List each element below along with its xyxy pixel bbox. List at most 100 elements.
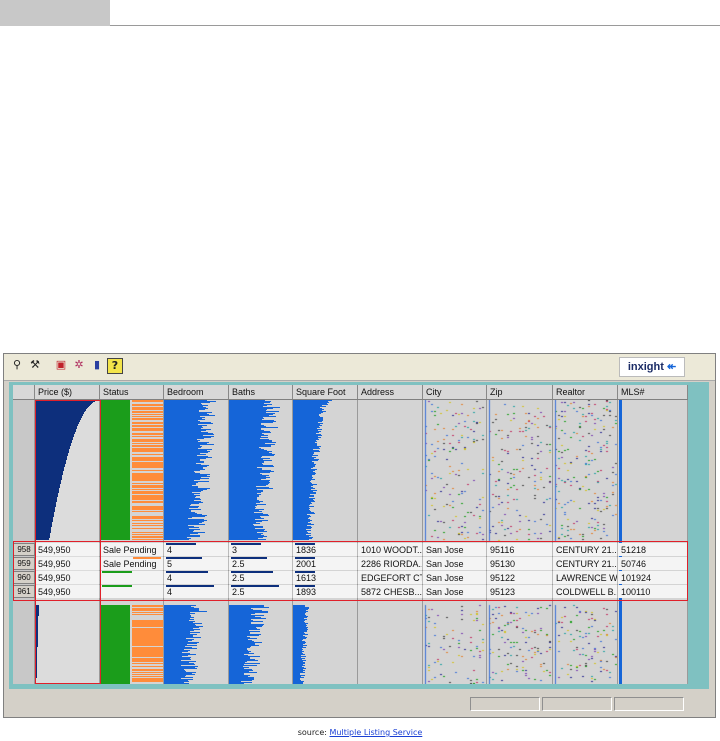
cell-baths[interactable]: 2.5 — [229, 585, 293, 598]
cell-realtor[interactable]: CENTURY 21... — [553, 543, 618, 556]
book-icon[interactable]: ▮ — [90, 358, 104, 372]
cell-zip[interactable]: 95122 — [487, 571, 553, 584]
pin-icon[interactable]: ⚲ — [10, 358, 24, 372]
bedroom-column[interactable] — [164, 400, 229, 684]
table-row[interactable]: 549,950 Sale Pending 5 2.5 2001 2286 RIORDA..… — [35, 557, 688, 570]
cell-status[interactable]: Sale Pending — [100, 557, 164, 570]
toolbar: ⚲ ⚒ ▣ ✲ ▮ ? inxight ↞ — [4, 354, 715, 381]
cell-price[interactable]: 549,950 — [35, 571, 100, 584]
cell-value-bar — [295, 543, 315, 545]
cell-baths[interactable]: 2.5 — [229, 571, 293, 584]
column-header-realtor[interactable]: Realtor — [553, 385, 618, 399]
table-row[interactable]: 549,950 4 2.5 1613 EDGEFORT CT San Jose 95122 L… — [35, 571, 688, 584]
table-lens-window: ⚲ ⚒ ▣ ✲ ▮ ? inxight ↞ Price ($) Status B… — [3, 353, 716, 718]
cell-status[interactable]: Sale Pending — [100, 543, 164, 556]
help-icon[interactable]: ? — [107, 358, 123, 374]
cell-value-bar — [231, 543, 261, 545]
cell-sqft[interactable]: 2001 — [293, 557, 358, 570]
pdf-icon[interactable]: ▣ — [54, 358, 68, 372]
tools-icon[interactable]: ✲ — [72, 358, 86, 372]
cell-value-bar — [102, 585, 132, 587]
column-header-mls[interactable]: MLS# — [618, 385, 688, 399]
cell-city[interactable]: San Jose — [423, 543, 487, 556]
row-number[interactable]: 959 — [13, 557, 35, 570]
cell-realtor[interactable]: COLDWELL B... — [553, 585, 618, 598]
cell-address[interactable]: 5872 CHESB... — [358, 585, 423, 598]
column-header-price[interactable]: Price ($) — [35, 385, 100, 399]
cell-realtor[interactable]: CENTURY 21... — [553, 557, 618, 570]
cell-mls[interactable]: 100110 — [618, 585, 688, 598]
column-header-sqft[interactable]: Square Foot — [293, 385, 358, 399]
address-column[interactable] — [358, 400, 423, 684]
cell-value-bar — [166, 571, 208, 573]
cell-price[interactable]: 549,950 — [35, 585, 100, 598]
column-header-status[interactable]: Status — [100, 385, 164, 399]
cell-city[interactable]: San Jose — [423, 585, 487, 598]
baths-column[interactable] — [229, 400, 293, 684]
lens-bar — [164, 539, 189, 540]
cell-sqft[interactable]: 1893 — [293, 585, 358, 598]
cell-value-bar — [231, 557, 267, 559]
cell-price[interactable]: 549,950 — [35, 557, 100, 570]
lens-bar — [35, 539, 50, 540]
price-column[interactable] — [35, 400, 100, 684]
lens-bar — [164, 683, 190, 684]
lens-bar — [229, 683, 245, 684]
column-header-zip[interactable]: Zip — [487, 385, 553, 399]
mls-column[interactable] — [618, 400, 688, 684]
source-label: source: — [297, 728, 327, 737]
sqft-column[interactable] — [293, 400, 358, 684]
cell-bedroom[interactable]: 4 — [164, 571, 229, 584]
row-number[interactable]: 958 — [13, 543, 35, 556]
cell-value-bar — [231, 571, 273, 573]
source-link[interactable]: Multiple Listing Service — [330, 728, 423, 737]
cell-baths[interactable]: 2.5 — [229, 557, 293, 570]
cell-zip[interactable]: 95130 — [487, 557, 553, 570]
cell-city[interactable]: San Jose — [423, 557, 487, 570]
cell-city[interactable]: San Jose — [423, 571, 487, 584]
cell-mls[interactable]: 51218 — [618, 543, 688, 556]
hammer-icon[interactable]: ⚒ — [28, 358, 42, 372]
cell-bedroom[interactable]: 5 — [164, 557, 229, 570]
table-row[interactable]: 549,950 Sale Pending 4 3 1836 1010 WOODT... Sa… — [35, 543, 688, 556]
cell-status[interactable] — [100, 571, 164, 584]
cell-mls[interactable]: 50746 — [618, 557, 688, 570]
status-bar-row — [100, 683, 163, 684]
column-header-address[interactable]: Address — [358, 385, 423, 399]
city-column[interactable] — [423, 400, 487, 684]
row-number[interactable]: 961 — [13, 585, 35, 598]
cell-status[interactable] — [100, 585, 164, 598]
cell-address[interactable]: EDGEFORT CT — [358, 571, 423, 584]
cell-value-bar — [166, 543, 196, 545]
cell-baths[interactable]: 3 — [229, 543, 293, 556]
table-lens-body[interactable]: 958 549,950 Sale Pending 4 3 1836 1010 WOODT..… — [13, 400, 688, 684]
status-bar — [4, 692, 715, 716]
top-tab-block — [0, 0, 110, 26]
table-row[interactable]: 549,950 4 2.5 1893 5872 CHESB... San Jose 9512… — [35, 585, 688, 598]
status-column[interactable] — [100, 400, 164, 684]
lens-bar — [229, 539, 266, 540]
source-caption: source: Multiple Listing Service — [0, 728, 720, 737]
mls-bar-strip — [619, 400, 622, 684]
row-number[interactable]: 960 — [13, 571, 35, 584]
cell-mls[interactable]: 101924 — [618, 571, 688, 584]
cell-address[interactable]: 2286 RIORDA... — [358, 557, 423, 570]
cell-zip[interactable]: 95123 — [487, 585, 553, 598]
cell-value-bar — [102, 571, 132, 573]
cell-price[interactable]: 549,950 — [35, 543, 100, 556]
cell-address[interactable]: 1010 WOODT... — [358, 543, 423, 556]
column-header-baths[interactable]: Baths — [229, 385, 293, 399]
cell-value-bar — [166, 585, 214, 587]
cell-bedroom[interactable]: 4 — [164, 585, 229, 598]
realtor-column[interactable] — [553, 400, 618, 684]
cell-sqft[interactable]: 1836 — [293, 543, 358, 556]
cell-realtor[interactable]: LAWRENCE W... — [553, 571, 618, 584]
lens-bar — [35, 683, 37, 684]
column-header-city[interactable]: City — [423, 385, 487, 399]
column-header-bedroom[interactable]: Bedroom — [164, 385, 229, 399]
cell-sqft[interactable]: 1613 — [293, 571, 358, 584]
cell-value-bar — [295, 557, 315, 559]
cell-zip[interactable]: 95116 — [487, 543, 553, 556]
zip-column[interactable] — [487, 400, 553, 684]
cell-bedroom[interactable]: 4 — [164, 543, 229, 556]
